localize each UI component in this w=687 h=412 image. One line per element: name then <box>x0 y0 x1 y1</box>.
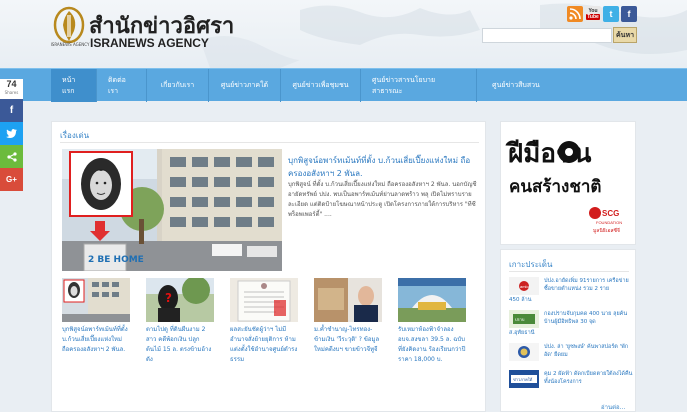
feature-headline[interactable]: บุกพิสูจน์อพาร์ทเม้นท์ที่ตั้ง บ.ก้วนเสี่… <box>288 154 478 180</box>
story-card[interactable]: รับเหมาห้องฟ้าจำลอง อบจ.สงขลา 39.5 ล. ฉบ… <box>398 278 466 365</box>
twitter-icon[interactable]: t <box>603 6 619 22</box>
story-caption[interactable]: ม.ค้ำชำนาญ-ไทรทอง-ข้ามเงิน 'วีระวุติ' ? … <box>314 325 382 355</box>
hot-issue-headline[interactable]: ปปง.อายัดเพิ่ม 91รายการ เครือข่ายซื้อขาย… <box>544 277 633 293</box>
story-card[interactable]: ผลสะยันชัดผู้ว่าฯ ไม่มีอำนาจสั่งย้ายยุติ… <box>230 278 298 365</box>
ad-thai-foundation-label: มูลนิธิเอสซีจี <box>593 227 620 234</box>
story-card[interactable]: ม.ค้ำชำนาญ-ไทรทอง-ข้ามเงิน 'วีระวุติ' ? … <box>314 278 382 355</box>
story-card[interactable]: ? ตามไปดู ที่ดินผืนงาม 2 สาว คดีพ้อกเงิน… <box>146 278 214 365</box>
twitter-bird-icon <box>6 129 17 138</box>
story-caption[interactable]: ผลสะยันชัดผู้ว่าฯ ไม่มีอำนาจสั่งย้ายยุติ… <box>230 325 298 365</box>
hot-issue-thumbnail[interactable]: ข่าวภาคใต้ <box>509 370 539 388</box>
search-button[interactable]: ค้นหา <box>613 27 637 43</box>
hot-issue-item[interactable]: amlo ปปง.อายัดเพิ่ม 91รายการ เครือข่ายซื… <box>509 277 633 303</box>
nav-item-home[interactable]: หน้าแรก <box>51 69 97 102</box>
svg-text:amlo: amlo <box>520 284 529 289</box>
nav-item-investigative-news[interactable]: ศูนย์ข่าวสืบสวน <box>477 69 555 102</box>
share-count-number: 74 <box>6 79 17 89</box>
youtube-icon[interactable]: You Tube <box>585 6 601 22</box>
story-caption[interactable]: บุกพิสูจน์อพาร์ทเม้นท์ที่ตั้ง บ.ก้วนเสี่… <box>62 325 130 355</box>
nav-item-south-news[interactable]: ศูนย์ข่าวภาคใต้ <box>209 69 281 102</box>
share-generic-button[interactable] <box>0 145 23 168</box>
nav-item-public-policy-news[interactable]: ศูนย์ข่าวสารนโยบายสาธารณะ <box>361 69 477 102</box>
svg-text:ข่าวภาคใต้: ข่าวภาคใต้ <box>513 377 533 382</box>
youtube-label-bottom: Tube <box>586 14 600 20</box>
main-navigation: หน้าแรก ติดต่อเรา เกี่ยวกับเรา ศูนย์ข่าว… <box>0 68 687 102</box>
story-card[interactable]: บุกพิสูจน์อพาร์ทเม้นท์ที่ตั้ง บ.ก้วนเสี่… <box>62 278 130 355</box>
sign-text: 2 BE HOME <box>88 255 144 265</box>
nav-item-community-news[interactable]: ศูนย์ข่าวเพื่อชุมชน <box>281 69 361 102</box>
share-facebook-button[interactable]: f <box>0 99 23 122</box>
hot-issues-title: เกาะประเด็น <box>509 260 553 269</box>
story-thumbnail-image[interactable] <box>398 278 466 322</box>
hot-issue-subtext[interactable]: ส.อุทัยธานี <box>509 329 534 337</box>
share-twitter-button[interactable] <box>0 122 23 145</box>
hot-issue-thumbnail[interactable] <box>509 343 539 361</box>
hot-issue-item[interactable]: ปราบ กองปราบจับกุมคด 400 นาย ลุยค้นบ้านผ… <box>509 310 633 336</box>
scg-logo-icon <box>589 207 601 219</box>
featured-stories-panel: เรื่องเด่น 2 BE HOME บุกพิสูจน์อพาร์ทเม้… <box>51 121 486 412</box>
gear-icon <box>558 141 580 163</box>
ad-headline-line2: คนสร้างชาติ <box>509 177 601 197</box>
read-more-link[interactable]: อ่านต่อ... <box>601 402 625 412</box>
share-googleplus-button[interactable]: G+ <box>0 168 23 191</box>
hot-issue-item[interactable]: ข่าวภาคใต้ คุม 2 ผัดฟ้า ดัดกเบียดตายใต้ล… <box>509 370 633 396</box>
rss-icon[interactable] <box>567 6 583 22</box>
section-title: เรื่องเด่น <box>60 131 90 140</box>
svg-text:?: ? <box>165 291 172 305</box>
site-header: ISRANEWS AGENCY สำนักข่าวอิศรา ISRANEWS … <box>0 0 687 68</box>
section-divider <box>60 142 479 143</box>
hot-issue-headline[interactable]: ปปง. ล่า 'ยูซพงษ์' ค้นพาสปอร์ต 'พักอัด' … <box>544 343 633 359</box>
share-count-label: Shares <box>4 90 19 95</box>
nav-item-about[interactable]: เกี่ยวกับเรา <box>147 69 209 102</box>
hot-issues-panel: เกาะประเด็น amlo ปปง.อายัดเพิ่ม 91รายการ… <box>500 249 636 412</box>
logo-caption: ISRANEWS AGENCY <box>50 42 90 47</box>
story-thumbnail-image[interactable] <box>62 278 130 322</box>
share-counter: 74 Shares <box>0 79 23 99</box>
hot-issue-item[interactable]: ปปง. ล่า 'ยูซพงษ์' ค้นพาสปอร์ต 'พักอัด' … <box>509 343 633 369</box>
brand-name-english: ISRANEWS AGENCY <box>90 36 209 50</box>
ad-foundation-label: FOUNDATION <box>596 220 622 225</box>
story-thumbnail-image[interactable] <box>230 278 298 322</box>
share-icon <box>6 151 17 162</box>
story-thumbnail-image[interactable]: ? <box>146 278 214 322</box>
feature-image[interactable]: 2 BE HOME <box>62 149 282 271</box>
story-thumbnail-image[interactable] <box>314 278 382 322</box>
hot-issue-subtext[interactable]: 450 ล้าน <box>509 296 531 304</box>
facebook-icon[interactable]: f <box>621 6 637 22</box>
scg-foundation-advertisement[interactable]: ฝีมือชน คนสร้างชาติ SCG FOUNDATION มูลนิ… <box>500 121 636 245</box>
search-input[interactable] <box>482 28 612 43</box>
story-caption[interactable]: ตามไปดู ที่ดินผืนงาม 2 สาว คดีพ้อกเงิน ป… <box>146 325 214 365</box>
hot-issue-thumbnail[interactable]: amlo <box>509 277 539 295</box>
hot-issues-divider <box>509 271 629 272</box>
ad-scg-label: SCG <box>602 209 619 218</box>
hot-issue-thumbnail[interactable]: ปราบ <box>509 310 539 328</box>
social-links: You Tube t f <box>567 6 637 22</box>
feature-summary: บุกพิสูจน์ ที่ตั้ง บ.ก้วนเสี่ยเปี๊ยงแห่ง… <box>288 181 477 218</box>
svg-text:ปราบ: ปราบ <box>515 317 525 322</box>
nav-item-contact[interactable]: ติดต่อเรา <box>97 69 147 102</box>
story-caption[interactable]: รับเหมาห้องฟ้าจำลอง อบจ.สงขลา 39.5 ล. ฉบ… <box>398 325 466 365</box>
hot-issue-headline[interactable]: คุม 2 ผัดฟ้า ดัดกเบียดตายใต้ลงได้คืนทั้ง… <box>544 370 633 386</box>
hot-issue-headline[interactable]: กองปราบจับกุมคด 400 นาย ลุยค้นบ้านผู้มีอ… <box>544 310 633 326</box>
